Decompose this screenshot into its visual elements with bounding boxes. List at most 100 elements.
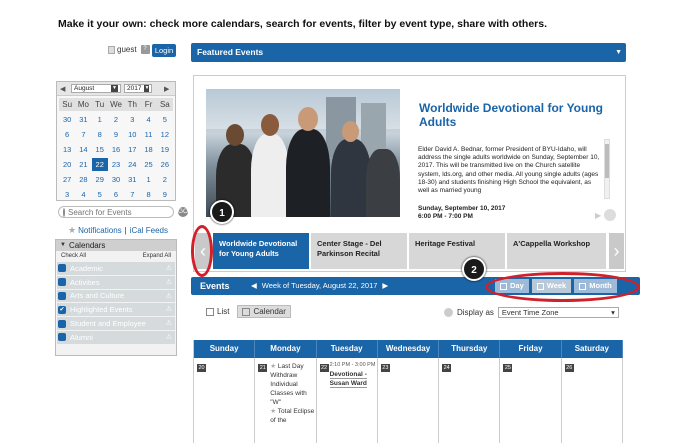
login-button[interactable]: Login: [152, 44, 176, 57]
mini-calendar-day[interactable]: 28: [75, 173, 91, 186]
pause-icon[interactable]: [604, 209, 617, 221]
mini-calendar-day[interactable]: 3: [124, 113, 140, 126]
checkbox-icon[interactable]: [58, 333, 66, 342]
mini-calendar-day[interactable]: 6: [59, 128, 75, 141]
mini-calendar-day[interactable]: 5: [92, 188, 108, 201]
mini-calendar-day[interactable]: 9: [108, 128, 124, 141]
carousel-item[interactable]: A'Cappella Workshop: [507, 233, 608, 269]
checkbox-checked-icon[interactable]: ✔: [58, 305, 66, 314]
mini-calendar-day[interactable]: 1: [92, 113, 108, 126]
check-all-link[interactable]: Check All: [61, 251, 86, 262]
play-icon[interactable]: ▶: [595, 211, 601, 220]
mini-calendar-day[interactable]: 18: [140, 143, 156, 156]
mini-calendar-day[interactable]: 27: [59, 173, 75, 186]
calendar-item[interactable]: Activities ⚠: [57, 275, 175, 289]
guest-info-button[interactable]: ?: [140, 45, 150, 54]
event-title[interactable]: Devotional - Susan Ward: [329, 371, 367, 388]
week-day-cell[interactable]: 24: [439, 358, 501, 443]
carousel-next-button[interactable]: ›: [609, 233, 624, 269]
week-day-cell[interactable]: 25: [500, 358, 562, 443]
carousel-item[interactable]: Heritage Festival: [409, 233, 507, 269]
checkbox-icon[interactable]: [58, 264, 66, 273]
warning-icon[interactable]: ⚠: [166, 333, 172, 341]
checkbox-icon[interactable]: [58, 319, 66, 328]
mini-calendar-day[interactable]: 7: [124, 188, 140, 201]
mini-calendar-day[interactable]: 10: [124, 128, 140, 141]
description-scrollbar[interactable]: [604, 139, 610, 199]
warning-icon[interactable]: ⚠: [166, 305, 172, 313]
warning-icon[interactable]: ⚠: [166, 278, 172, 286]
checkbox-icon[interactable]: [58, 291, 66, 300]
mini-calendar-day[interactable]: 8: [140, 188, 156, 201]
calendar-item[interactable]: Alumni ⚠: [57, 330, 175, 344]
calendar-item[interactable]: Arts and Culture ⚠: [57, 289, 175, 303]
mini-calendar-day[interactable]: 14: [75, 143, 91, 156]
week-day-cell[interactable]: 23: [378, 358, 440, 443]
mini-calendar-day[interactable]: 11: [140, 128, 156, 141]
scrollbar-thumb[interactable]: [605, 144, 609, 178]
mini-calendar-day[interactable]: 12: [157, 128, 173, 141]
mini-calendar-day[interactable]: 25: [140, 158, 156, 171]
mini-calendar-day[interactable]: 5: [157, 113, 173, 126]
timezone-select[interactable]: Event Time Zone ▾: [497, 307, 619, 318]
week-day-cell[interactable]: 20: [194, 358, 256, 443]
calendar-item[interactable]: ✔ Highlighted Events ⚠: [57, 303, 175, 317]
mini-calendar-day[interactable]: 23: [108, 158, 124, 171]
mini-calendar-day[interactable]: 21: [75, 158, 91, 171]
mini-calendar-day[interactable]: 15: [92, 143, 108, 156]
prev-month-icon[interactable]: ◀: [60, 85, 68, 93]
carousel-item[interactable]: Center Stage - Del Parkinson Recital: [311, 233, 409, 269]
mini-calendar-day[interactable]: 4: [140, 113, 156, 126]
mini-calendar-day[interactable]: 31: [75, 113, 91, 126]
mini-calendar-day[interactable]: 29: [92, 173, 108, 186]
mini-calendar-day[interactable]: 13: [59, 143, 75, 156]
mini-calendar-day[interactable]: 31: [124, 173, 140, 186]
mini-calendar-day[interactable]: 16: [108, 143, 124, 156]
featured-event-photo[interactable]: [206, 89, 400, 217]
mini-calendar-day[interactable]: 20: [59, 158, 75, 171]
mini-calendar-day[interactable]: 22: [91, 158, 108, 171]
carousel-item[interactable]: Worldwide Devotional for Young Adults: [213, 233, 311, 269]
mini-calendar-day[interactable]: 3: [59, 188, 75, 201]
mini-calendar-day[interactable]: 17: [124, 143, 140, 156]
featured-event-title[interactable]: Worldwide Devotional for Young Adults: [419, 101, 609, 129]
calendars-header[interactable]: ▼ Calendars: [56, 240, 176, 251]
warning-icon[interactable]: ⚠: [166, 264, 172, 272]
event-entry[interactable]: ★ Total Eclipse of the: [270, 407, 314, 425]
warning-icon[interactable]: ⚠: [166, 319, 172, 327]
mini-calendar-day[interactable]: 7: [75, 128, 91, 141]
week-day-cell[interactable]: 21 ★ Last Day Withdraw Individual Classes…: [255, 358, 317, 443]
notifications-link[interactable]: Notifications: [78, 226, 122, 235]
expand-all-link[interactable]: Expand All: [143, 251, 171, 262]
mini-calendar-day[interactable]: 24: [124, 158, 140, 171]
checkbox-icon[interactable]: [58, 278, 66, 287]
event-entry[interactable]: 2:10 PM - 3:00 PM Devotional - Susan Ward: [329, 361, 376, 388]
calendar-item[interactable]: Academic ⚠: [57, 262, 175, 275]
mini-calendar-day[interactable]: 1: [140, 173, 156, 186]
mini-calendar-day[interactable]: 26: [157, 158, 173, 171]
next-month-icon[interactable]: ▶: [164, 85, 172, 93]
mini-calendar-day[interactable]: 2: [108, 113, 124, 126]
year-select[interactable]: 2017 ▼: [124, 84, 152, 93]
featured-events-bar[interactable]: Featured Events ▼: [191, 43, 626, 62]
mini-calendar-day[interactable]: 9: [157, 188, 173, 201]
mini-calendar-day[interactable]: 2: [157, 173, 173, 186]
search-input[interactable]: [68, 207, 178, 217]
mini-calendar-day[interactable]: 30: [108, 173, 124, 186]
month-select[interactable]: August ▼: [71, 84, 121, 93]
prev-week-icon[interactable]: ◀: [251, 277, 257, 295]
mini-calendar-day[interactable]: 6: [108, 188, 124, 201]
event-entry[interactable]: ★ Last Day Withdraw Individual Classes w…: [270, 362, 314, 407]
warning-icon[interactable]: ⚠: [166, 292, 172, 300]
search-go-button[interactable]: GO: [178, 207, 189, 217]
ical-feeds-link[interactable]: iCal Feeds: [130, 226, 168, 235]
week-day-cell[interactable]: 22 2:10 PM - 3:00 PM Devotional - Susan Wa…: [317, 358, 378, 443]
mini-calendar-day[interactable]: 19: [157, 143, 173, 156]
week-day-cell[interactable]: 26: [562, 358, 623, 443]
calendar-view-button[interactable]: Calendar: [237, 305, 291, 318]
next-week-icon[interactable]: ▶: [382, 277, 388, 295]
mini-calendar-day[interactable]: 8: [92, 128, 108, 141]
mini-calendar-day[interactable]: 4: [75, 188, 91, 201]
mini-calendar-day[interactable]: 30: [59, 113, 75, 126]
list-view-button[interactable]: List: [202, 305, 233, 318]
